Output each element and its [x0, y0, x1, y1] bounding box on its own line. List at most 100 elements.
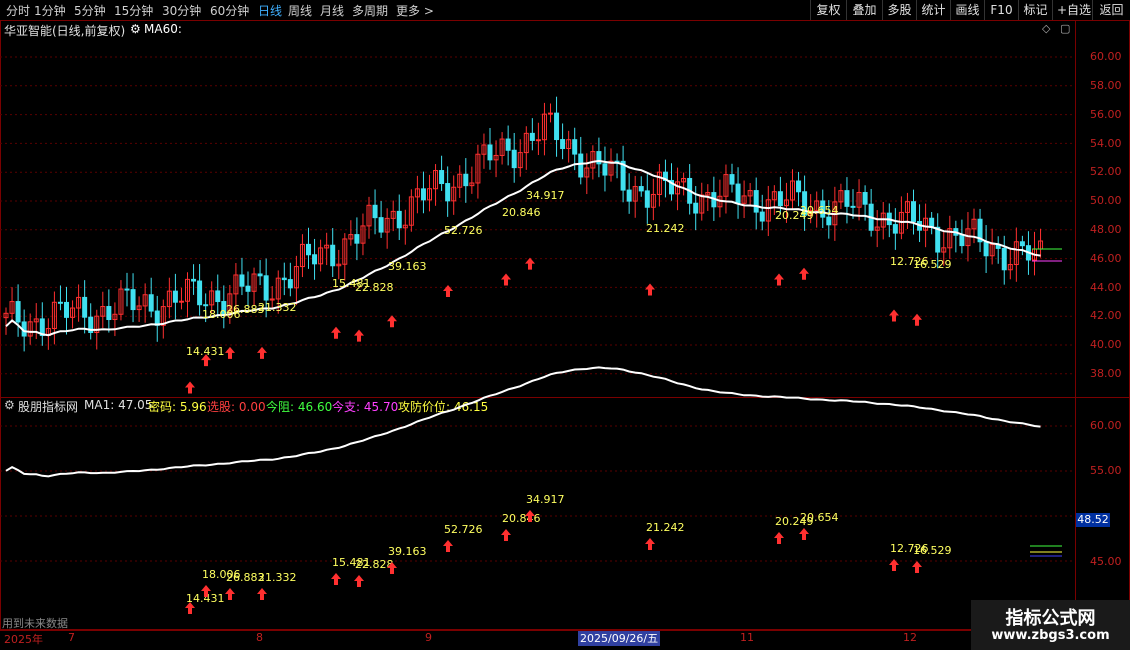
candle-body: [15, 301, 21, 323]
candle-body: [372, 204, 378, 219]
candle-body: [850, 205, 856, 208]
buy-signal-arrow: [501, 273, 511, 286]
candle-body: [130, 289, 136, 311]
candle-body: [445, 183, 451, 202]
candle-body: [826, 216, 832, 226]
candle-body: [64, 301, 69, 318]
candle-body: [554, 112, 560, 141]
candle-body: [281, 277, 287, 281]
candle-body: [396, 210, 402, 229]
cursor-date: 2025/09/26/五: [578, 631, 661, 646]
candle-body: [287, 279, 293, 289]
buy-signal-arrow: [257, 346, 267, 359]
candle-body: [263, 275, 269, 301]
candle-body: [330, 244, 336, 267]
buy-signal-arrow: [257, 588, 267, 600]
candle-body: [82, 296, 88, 318]
signal-label: 20.846: [502, 512, 541, 525]
date-axis-line: [0, 630, 1130, 631]
candle-body: [57, 301, 63, 304]
candle-body: [420, 188, 426, 201]
signal-label: 20.654: [800, 204, 839, 217]
signal-label: 20.654: [800, 511, 839, 524]
buy-signal-arrow: [912, 561, 922, 573]
candle-body: [759, 211, 765, 222]
buy-signal-arrow: [185, 381, 195, 394]
candle-body: [560, 139, 566, 150]
candle-body: [892, 224, 898, 234]
candle-body: [535, 139, 541, 142]
buy-signal-arrow: [331, 573, 341, 585]
candle-body: [178, 300, 184, 303]
buy-signal-arrow: [354, 575, 364, 587]
buy-signal-arrow: [225, 588, 235, 600]
ma1-line: [5, 366, 1041, 478]
candle-body: [191, 278, 197, 282]
candle-body: [239, 274, 245, 287]
candle-body: [245, 285, 251, 292]
signal-label: 39.163: [388, 260, 427, 273]
candle-body: [572, 139, 578, 155]
watermark-url: www.zbgs3.com: [991, 628, 1110, 643]
candle-body: [753, 190, 759, 213]
buy-signal-arrow: [774, 273, 784, 286]
candle-body: [638, 186, 644, 192]
buy-signal-arrow: [501, 529, 511, 541]
candle-body: [729, 174, 735, 185]
candle-body: [154, 310, 160, 326]
signal-label: 20.846: [502, 206, 541, 219]
watermark: 指标公式网 www.zbgs3.com: [971, 600, 1130, 650]
candle-body: [844, 190, 850, 207]
date-label: 8: [256, 631, 263, 644]
candle-body: [602, 163, 608, 176]
signal-label: 21.332: [258, 301, 297, 314]
candle-body: [796, 180, 802, 193]
signal-label: 39.163: [388, 545, 427, 558]
candle-body: [983, 241, 989, 257]
candle-body: [626, 189, 632, 202]
candle-body: [862, 192, 868, 205]
signal-label: 21.242: [646, 521, 685, 534]
candle-body: [354, 234, 360, 244]
candle-body: [106, 306, 112, 321]
signal-label: 21.332: [258, 571, 297, 584]
candle-body: [1019, 241, 1025, 247]
signal-label: 22.828: [355, 281, 394, 294]
buy-signal-arrow: [912, 313, 922, 326]
candle-body: [487, 144, 493, 161]
signal-label: 22.828: [355, 558, 394, 571]
date-label: 7: [68, 631, 75, 644]
buy-signal-arrow: [443, 540, 453, 552]
date-label: 9: [425, 631, 432, 644]
candle-body: [148, 294, 154, 312]
buy-signal-arrow: [799, 267, 809, 280]
candle-body: [439, 170, 445, 185]
candle-body: [306, 243, 311, 256]
signal-label: 21.242: [646, 222, 685, 235]
signal-label: 34.917: [526, 189, 565, 202]
candle-body: [735, 183, 741, 204]
signal-label: 52.726: [444, 224, 483, 237]
candle-body: [124, 288, 130, 291]
signal-label: 16.529: [913, 544, 952, 557]
buy-signal-arrow: [645, 283, 655, 296]
candle-body: [777, 191, 783, 207]
buy-signal-arrow: [889, 309, 899, 322]
candle-body: [693, 202, 699, 214]
candle-body: [511, 149, 517, 169]
future-data-note: 用到未来数据: [2, 617, 68, 630]
buy-signal-arrow: [225, 346, 235, 359]
candle-body: [1001, 247, 1007, 271]
candle-body: [578, 153, 584, 178]
chart-canvas[interactable]: 14.43114.43118.00618.00626.88326.88321.3…: [0, 0, 1130, 650]
candle-body: [505, 138, 511, 151]
date-label: 2025年: [4, 633, 43, 646]
candle-body: [197, 280, 203, 306]
buy-signal-arrow: [645, 538, 655, 550]
buy-signal-arrow: [443, 285, 453, 297]
candle-body: [172, 290, 178, 303]
candle-body: [257, 273, 263, 277]
candle-body: [529, 132, 535, 141]
signal-label: 34.917: [526, 493, 565, 506]
watermark-title: 指标公式网: [1005, 608, 1096, 629]
